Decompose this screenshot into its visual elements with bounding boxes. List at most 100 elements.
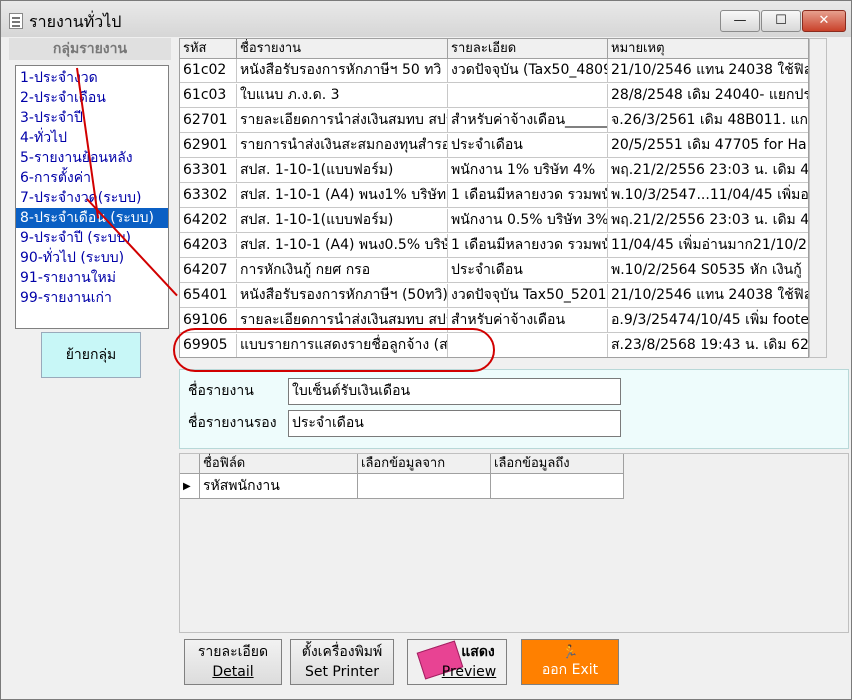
cell-remarks[interactable]: 20/5/2551 เดิม 47705 for Ha (608, 134, 808, 158)
cell-remarks[interactable]: อ.9/3/25474/10/45 เพิ่ม foote (608, 309, 808, 333)
cell-code[interactable]: 64207 (180, 259, 237, 283)
cell-report-name[interactable]: การหักเงินกู้ กยศ กรอ (237, 259, 448, 283)
cell-details[interactable]: ประจำเดือน (448, 259, 608, 283)
field-header-to[interactable]: เลือกข้อมูลถึง (491, 454, 624, 474)
cell-details[interactable]: 1 เดือนมีหลายงวด รวมพนัก (448, 234, 608, 258)
table-row[interactable]: 61c02 หนังสือรับรองการหักภาษีฯ 50 ทวิ งวดป… (180, 59, 808, 83)
cell-details[interactable]: งวดปัจจุบัน Tax50_5201 (448, 284, 608, 308)
cell-remarks[interactable]: จ.26/3/2561 เดิม 48B011. แก (608, 109, 808, 133)
table-row[interactable]: 64203 สปส. 1-10-1 (A4) พนง0.5% บริษั 1 เดื… (180, 234, 808, 258)
preview-button[interactable]: แสดง Preview (407, 639, 507, 685)
grid-scrollbar[interactable] (809, 38, 827, 358)
cell-details[interactable] (448, 84, 608, 108)
group-item[interactable]: 5-รายงานย้อนหลัง (16, 148, 168, 168)
cell-code[interactable]: 62901 (180, 134, 237, 158)
group-item[interactable]: 90-ทั่วไป (ระบบ) (16, 248, 168, 268)
set-printer-button[interactable]: ตั้งเครื่องพิมพ์ Set Printer (290, 639, 394, 685)
report-subname-field[interactable]: ประจำเดือน (288, 410, 621, 437)
table-row[interactable]: 64207 การหักเงินกู้ กยศ กรอ ประจำเดือน พ.10… (180, 259, 808, 283)
exit-button[interactable]: 🏃 ออก Exit (521, 639, 619, 685)
cell-details[interactable]: พนักงาน 1% บริษัท 4% (448, 159, 608, 183)
cell-remarks[interactable]: พ.10/2/2564 S0535 หัก เงินกู้ (608, 259, 808, 283)
move-group-button[interactable]: ย้ายกลุ่ม (41, 332, 141, 378)
group-item[interactable]: 99-รายงานเก่า (16, 288, 168, 308)
cell-code[interactable]: 61c03 (180, 84, 237, 108)
header-details[interactable]: รายละเอียด (448, 39, 608, 59)
field-header-name[interactable]: ชื่อฟิล์ด (200, 454, 358, 474)
close-button[interactable]: ✕ (802, 10, 846, 32)
cell-remarks[interactable]: ส.23/8/2568 19:43 น. เดิม 62 (608, 334, 808, 357)
cell-details[interactable]: 1 เดือนมีหลายงวด รวมพนัก (448, 184, 608, 208)
field-grid-corner (180, 454, 200, 474)
cell-remarks[interactable]: พ.10/3/2547...11/04/45 เพิ่มอ (608, 184, 808, 208)
cell-report-name[interactable]: หนังสือรับรองการหักภาษีฯ (50ทวิ) (237, 284, 448, 308)
cell-remarks[interactable]: 11/04/45 เพิ่มอ่านมาก21/10/25 (608, 234, 808, 258)
cell-report-name[interactable]: ใบแนบ ภ.ง.ด. 3 (237, 84, 448, 108)
cell-code[interactable]: 64202 (180, 209, 237, 233)
report-subname-label: ชื่อรายงานรอง (188, 415, 277, 431)
cell-code[interactable]: 65401 (180, 284, 237, 308)
field-name-cell[interactable]: รหัสพนักงาน (200, 474, 358, 499)
cell-details[interactable]: สำหรับค่าจ้างเดือน______ (448, 109, 608, 133)
cell-remarks[interactable]: 21/10/2546 แทน 24038 ใช้ฟิล (608, 284, 808, 308)
table-row[interactable]: 63302 สปส. 1-10-1 (A4) พนง1% บริษัท 1 เดือ… (180, 184, 808, 208)
group-item[interactable]: 2-ประจำเดือน (16, 88, 168, 108)
minimize-button[interactable]: — (720, 10, 760, 32)
set-printer-line1: ตั้งเครื่องพิมพ์ (301, 644, 383, 660)
app-icon (9, 13, 23, 29)
table-row[interactable]: 63301 สปส. 1-10-1(แบบฟอร์ม) พนักงาน 1% บริ… (180, 159, 808, 183)
cell-remarks[interactable]: พฤ.21/2/2556 23:03 น. เดิม 4 (608, 159, 808, 183)
group-item[interactable]: 91-รายงานใหม่ (16, 268, 168, 288)
cell-code[interactable]: 61c02 (180, 59, 237, 83)
cell-remarks[interactable]: 21/10/2546 แทน 24038 ใช้ฟิล (608, 59, 808, 83)
cell-report-name[interactable]: สปส. 1-10-1 (A4) พนง1% บริษัท (237, 184, 448, 208)
table-row[interactable]: 61c03 ใบแนบ ภ.ง.ด. 3 28/8/2548 เดิม 24040-… (180, 84, 808, 108)
cell-remarks[interactable]: 28/8/2548 เดิม 24040- แยกปร (608, 84, 808, 108)
header-code[interactable]: รหัส (180, 39, 237, 59)
cell-code[interactable]: 62701 (180, 109, 237, 133)
exit-icon: 🏃 (562, 645, 579, 660)
table-row[interactable]: 62901 รายการนำส่งเงินสะสมกองทุนสำรอง ประจำ… (180, 134, 808, 158)
cell-details[interactable]: พนักงาน 0.5% บริษัท 3% (448, 209, 608, 233)
table-row[interactable]: 65401 หนังสือรับรองการหักภาษีฯ (50ทวิ) งวด… (180, 284, 808, 308)
field-from-cell[interactable] (358, 474, 491, 499)
cell-report-name[interactable]: สปส. 1-10-1 (A4) พนง0.5% บริษั (237, 234, 448, 258)
cell-remarks[interactable]: พฤ.21/2/2556 23:03 น. เดิม 4 (608, 209, 808, 233)
cell-report-name[interactable]: รายการนำส่งเงินสะสมกองทุนสำรอง (237, 134, 448, 158)
cell-report-name[interactable]: สปส. 1-10-1(แบบฟอร์ม) (237, 159, 448, 183)
cell-report-name[interactable]: สปส. 1-10-1(แบบฟอร์ม) (237, 209, 448, 233)
group-item[interactable]: 1-ประจำงวด (16, 68, 168, 88)
report-name-field[interactable]: ใบเซ็นต์รับเงินเดือน (288, 378, 621, 405)
cell-report-name[interactable]: รายละเอียดการนำส่งเงินสมทบ สปส (237, 109, 448, 133)
set-printer-line2: Set Printer (304, 664, 379, 680)
group-item[interactable]: 8-ประจำเดือน (ระบบ) (16, 208, 168, 228)
report-grid[interactable]: รหัส ชื่อรายงาน รายละเอียด หมายเหตุ 61c0… (179, 38, 809, 358)
group-item[interactable]: 3-ประจำปี (16, 108, 168, 128)
cell-details[interactable]: ประจำเดือน (448, 134, 608, 158)
detail-button[interactable]: รายละเอียด Detail (184, 639, 282, 685)
field-to-cell[interactable] (491, 474, 624, 499)
cell-report-name[interactable]: หนังสือรับรองการหักภาษีฯ 50 ทวิ (237, 59, 448, 83)
exit-button-label: ออก Exit (541, 662, 599, 678)
cell-details[interactable]: งวดปัจจุบัน (Tax50_4809 (448, 59, 608, 83)
cell-code[interactable]: 63301 (180, 159, 237, 183)
title-bar[interactable]: รายงานทั่วไป — ☐ ✕ (1, 1, 851, 37)
field-selection-area: ชื่อฟิล์ด เลือกข้อมูลจาก เลือกข้อมูลถึง … (179, 453, 849, 633)
header-remarks[interactable]: หมายเหตุ (608, 39, 808, 59)
report-name-label: ชื่อรายงาน (188, 383, 254, 399)
table-row[interactable]: 64202 สปส. 1-10-1(แบบฟอร์ม) พนักงาน 0.5% บ… (180, 209, 808, 233)
report-group-list[interactable]: 1-ประจำงวด 2-ประจำเดือน 3-ประจำปี 4-ทั่วไป 5… (15, 65, 169, 329)
group-item[interactable]: 9-ประจำปี (ระบบ) (16, 228, 168, 248)
report-detail-panel: ชื่อรายงาน ใบเซ็นต์รับเงินเดือน ชื่อรายง… (179, 369, 849, 449)
field-header-from[interactable]: เลือกข้อมูลจาก (358, 454, 491, 474)
field-grid[interactable]: ชื่อฟิล์ด เลือกข้อมูลจาก เลือกข้อมูลถึง … (180, 454, 624, 499)
highlight-oval (173, 328, 495, 372)
group-item[interactable]: 4-ทั่วไป (16, 128, 168, 148)
cell-code[interactable]: 63302 (180, 184, 237, 208)
row-marker-icon: ▶ (180, 474, 200, 499)
header-report-name[interactable]: ชื่อรายงาน (237, 39, 448, 59)
window-title: รายงานทั่วไป (29, 12, 122, 31)
maximize-button[interactable]: ☐ (761, 10, 801, 32)
cell-code[interactable]: 64203 (180, 234, 237, 258)
table-row[interactable]: 62701 รายละเอียดการนำส่งเงินสมทบ สปส สำหรั… (180, 109, 808, 133)
